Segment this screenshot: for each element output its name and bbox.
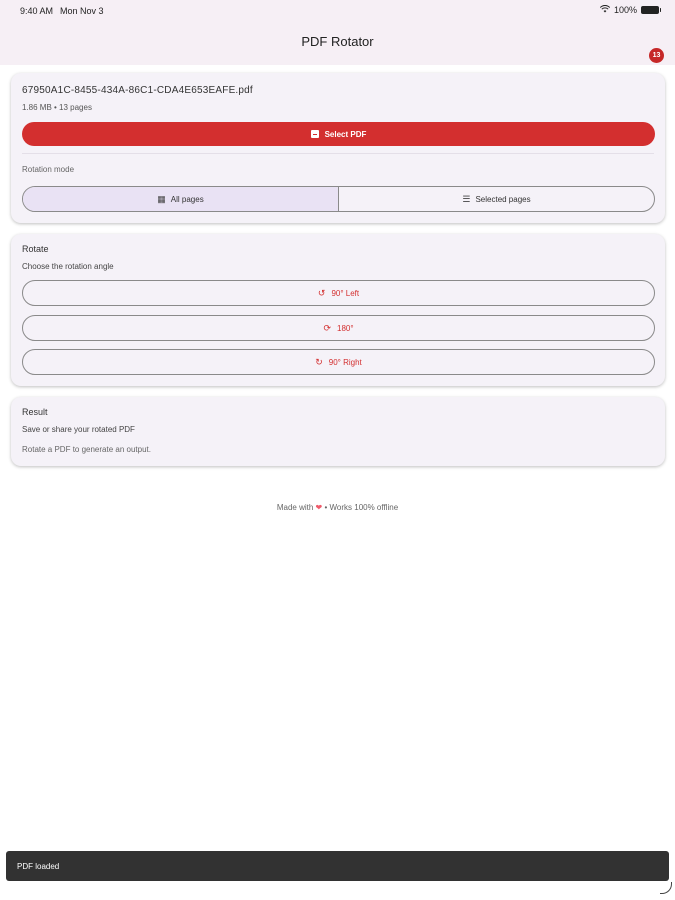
select-pdf-button[interactable]: Select PDF	[22, 122, 655, 146]
rotate-left-button[interactable]: ↺ 90° Left	[22, 280, 655, 306]
page-title: PDF Rotator	[301, 34, 374, 49]
app-bar: PDF Rotator 13	[0, 22, 675, 65]
result-card: Result Save or share your rotated PDF Ro…	[11, 397, 665, 466]
rotate-title: Rotate	[22, 244, 49, 254]
notification-badge[interactable]: 13	[649, 48, 664, 63]
file-name: 67950A1C-8455-434A-86C1-CDA4E653EAFE.pdf	[22, 85, 253, 96]
footer-prefix: Made with	[276, 503, 314, 512]
status-time: 9:40 AM	[20, 6, 54, 16]
status-date: Mon Nov 3	[60, 6, 104, 16]
rotation-mode-toggle: ▦ All pages ☰ Selected pages	[22, 186, 655, 212]
rotate-180-button[interactable]: ⟳ 180°	[22, 315, 655, 341]
file-card: 67950A1C-8455-434A-86C1-CDA4E653EAFE.pdf…	[11, 73, 665, 223]
mode-selected-pages[interactable]: ☰ Selected pages	[339, 187, 654, 211]
rotate-180-label: 180°	[337, 323, 354, 333]
file-icon	[310, 130, 319, 138]
wifi-icon	[599, 5, 611, 15]
mode-all-pages[interactable]: ▦ All pages	[23, 187, 339, 211]
snackbar: PDF loaded	[6, 851, 669, 881]
battery-icon	[641, 6, 661, 14]
footer-suffix: • Works 100% offline	[324, 503, 399, 512]
select-pdf-label: Select PDF	[324, 129, 367, 139]
result-title: Result	[22, 407, 48, 417]
footer: Made with ❤ • Works 100% offline	[0, 503, 675, 512]
rotate-right-label: 90° Right	[328, 357, 362, 367]
result-subtitle: Save or share your rotated PDF	[22, 425, 135, 434]
rotate-right-icon: ↻	[315, 356, 323, 367]
rotate-card: Rotate Choose the rotation angle ↺ 90° L…	[11, 234, 665, 386]
file-info: 1.86 MB • 13 pages	[22, 103, 92, 112]
divider	[22, 153, 654, 154]
rotate-left-label: 90° Left	[331, 288, 360, 298]
mode-selected-pages-label: Selected pages	[475, 194, 531, 204]
rotate-right-button[interactable]: ↻ 90° Right	[22, 349, 655, 375]
rotation-mode-label: Rotation mode	[22, 165, 75, 174]
heart-icon: ❤	[315, 503, 323, 512]
snackbar-message: PDF loaded	[17, 862, 60, 871]
mode-all-pages-label: All pages	[170, 194, 204, 204]
resize-corner-icon	[660, 882, 672, 894]
result-hint: Rotate a PDF to generate an output.	[22, 445, 151, 454]
rotate-left-icon: ↺	[317, 287, 326, 298]
status-bar: 9:40 AM Mon Nov 3 100%	[0, 0, 675, 22]
status-right: 100%	[599, 5, 661, 15]
rotate-180-icon: ⟳	[323, 322, 331, 333]
rotate-subtitle: Choose the rotation angle	[22, 262, 114, 271]
battery-percent: 100%	[613, 5, 637, 15]
checklist-icon: ☰	[462, 193, 471, 204]
grid-icon: ▦	[157, 193, 166, 204]
